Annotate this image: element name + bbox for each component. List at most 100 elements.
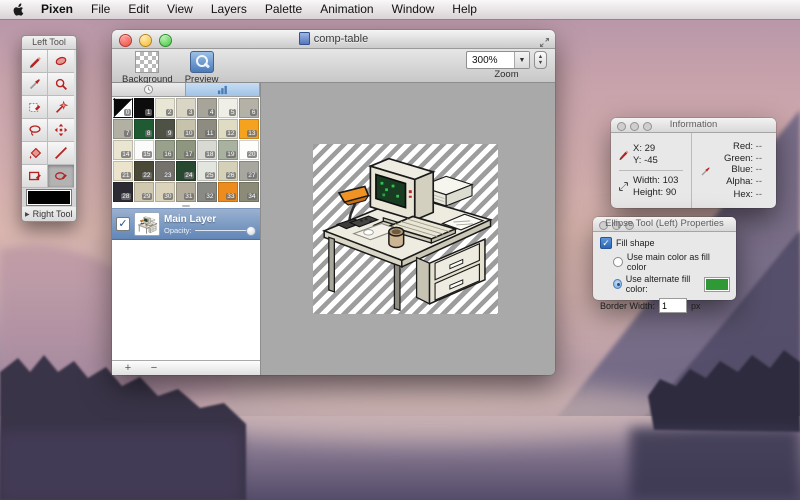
tool-pencil[interactable] xyxy=(22,50,48,73)
preview-button[interactable]: Preview xyxy=(185,51,219,85)
menu-pixen[interactable]: Pixen xyxy=(32,0,82,19)
chevron-down-icon[interactable]: ▼ xyxy=(514,52,529,68)
swatch-number: 6 xyxy=(250,109,257,117)
swatch-23[interactable]: 23 xyxy=(155,161,175,181)
swatch-19[interactable]: 19 xyxy=(218,140,238,160)
border-width-input[interactable] xyxy=(659,298,687,313)
right-tool-toggle[interactable]: ▶ Right Tool xyxy=(22,207,76,221)
layer-row[interactable]: ✓ Main Layer Opacity: xyxy=(112,208,260,240)
swatch-12[interactable]: 12 xyxy=(218,119,238,139)
swatch-4[interactable]: 4 xyxy=(197,98,217,118)
zoom-combobox[interactable]: 300% ▼ xyxy=(466,51,530,69)
swatch-13[interactable]: 13 xyxy=(239,119,259,139)
swatch-28[interactable]: 28 xyxy=(113,182,133,202)
swatch-25[interactable]: 25 xyxy=(197,161,217,181)
swatch-7[interactable]: 7 xyxy=(113,119,133,139)
swatch-33[interactable]: 33 xyxy=(218,182,238,202)
main-color-radio[interactable] xyxy=(613,257,623,267)
menu-edit[interactable]: Edit xyxy=(119,0,158,19)
opacity-slider-knob[interactable] xyxy=(246,226,256,236)
swatch-6[interactable]: 6 xyxy=(239,98,259,118)
swatch-3[interactable]: 3 xyxy=(176,98,196,118)
preview-icon xyxy=(190,51,214,73)
swatch-22[interactable]: 22 xyxy=(134,161,154,181)
menu-view[interactable]: View xyxy=(158,0,202,19)
tool-eyedropper[interactable] xyxy=(22,73,48,96)
add-layer-button[interactable]: + xyxy=(122,362,134,374)
swatch-18[interactable]: 18 xyxy=(197,140,217,160)
tool-magnifier[interactable] xyxy=(48,73,74,96)
canvas-area[interactable] xyxy=(261,83,555,375)
swatch-31[interactable]: 31 xyxy=(176,182,196,202)
left-tool-title[interactable]: Left Tool xyxy=(22,36,76,50)
menu-window[interactable]: Window xyxy=(383,0,444,19)
document-icon xyxy=(299,32,310,45)
swatch-17[interactable]: 17 xyxy=(176,140,196,160)
information-title: Information xyxy=(611,119,776,130)
ellipse-icon xyxy=(53,168,69,184)
tool-fill-bucket[interactable] xyxy=(22,142,48,165)
menu-items: PixenFileEditViewLayersPaletteAnimationW… xyxy=(32,0,486,19)
alternate-color-well[interactable] xyxy=(704,277,730,292)
tool-wand[interactable] xyxy=(48,96,74,119)
swatch-11[interactable]: 11 xyxy=(197,119,217,139)
remove-layer-button[interactable]: − xyxy=(148,362,160,374)
swatch-0[interactable]: 0 xyxy=(113,98,133,118)
menu-animation[interactable]: Animation xyxy=(311,0,382,19)
tool-rectangle[interactable] xyxy=(22,165,48,188)
tool-selection[interactable] xyxy=(22,96,48,119)
border-width-label: Border Width: xyxy=(600,301,655,311)
tool-lasso[interactable] xyxy=(22,119,48,142)
tool-eraser[interactable] xyxy=(48,50,74,73)
swatch-10[interactable]: 10 xyxy=(176,119,196,139)
swatch-24[interactable]: 24 xyxy=(176,161,196,181)
tool-ellipse[interactable] xyxy=(48,165,74,188)
hex-value: -- xyxy=(756,189,762,200)
swatch-16[interactable]: 16 xyxy=(155,140,175,160)
swatch-1[interactable]: 1 xyxy=(134,98,154,118)
swatch-number: 34 xyxy=(247,193,257,201)
resize-icon[interactable] xyxy=(540,34,549,52)
swatch-29[interactable]: 29 xyxy=(134,182,154,202)
fill-shape-checkbox[interactable]: ✓ xyxy=(600,237,612,249)
tab-frequency[interactable] xyxy=(186,83,260,97)
menu-layers[interactable]: Layers xyxy=(202,0,256,19)
swatch-2[interactable]: 2 xyxy=(155,98,175,118)
eyedropper-icon xyxy=(27,76,43,92)
tool-move[interactable] xyxy=(48,119,74,142)
menu-file[interactable]: File xyxy=(82,0,119,19)
swatch-8[interactable]: 8 xyxy=(134,119,154,139)
swatch-27[interactable]: 27 xyxy=(239,161,259,181)
alternate-color-radio[interactable] xyxy=(613,279,622,289)
cursor-position-group: X: 29 Y: -45 xyxy=(611,140,691,169)
swatch-5[interactable]: 5 xyxy=(218,98,238,118)
pixel-art-canvas[interactable] xyxy=(313,144,498,314)
swatch-14[interactable]: 14 xyxy=(113,140,133,160)
primary-color-well[interactable] xyxy=(27,190,71,205)
layer-name: Main Layer xyxy=(164,214,256,225)
swatch-15[interactable]: 15 xyxy=(134,140,154,160)
document-titlebar[interactable]: comp-table xyxy=(112,30,555,49)
background-button[interactable]: Background xyxy=(122,51,173,85)
opacity-slider[interactable] xyxy=(195,226,256,234)
swatch-34[interactable]: 34 xyxy=(239,182,259,202)
information-titlebar[interactable]: Information xyxy=(611,118,776,133)
zoom-control: 300% ▼ ▲▼ Zoom xyxy=(466,51,547,80)
tool-line[interactable] xyxy=(48,142,74,165)
swatch-20[interactable]: 20 xyxy=(239,140,259,160)
swatch-32[interactable]: 32 xyxy=(197,182,217,202)
layer-thumbnail xyxy=(134,212,160,236)
zoom-stepper[interactable]: ▲▼ xyxy=(534,51,547,69)
apple-icon[interactable] xyxy=(13,3,24,16)
tab-history[interactable] xyxy=(112,83,186,97)
swatch-9[interactable]: 9 xyxy=(155,119,175,139)
menu-palette[interactable]: Palette xyxy=(256,0,311,19)
layer-visible-checkbox[interactable]: ✓ xyxy=(116,217,130,231)
swatch-30[interactable]: 30 xyxy=(155,182,175,202)
menu-help[interactable]: Help xyxy=(443,0,486,19)
swatch-21[interactable]: 21 xyxy=(113,161,133,181)
menu-bar: PixenFileEditViewLayersPaletteAnimationW… xyxy=(0,0,800,20)
fill-bucket-icon xyxy=(27,145,43,161)
ellipse-panel-titlebar[interactable]: Ellipse Tool (Left) Properties xyxy=(593,217,736,232)
swatch-26[interactable]: 26 xyxy=(218,161,238,181)
